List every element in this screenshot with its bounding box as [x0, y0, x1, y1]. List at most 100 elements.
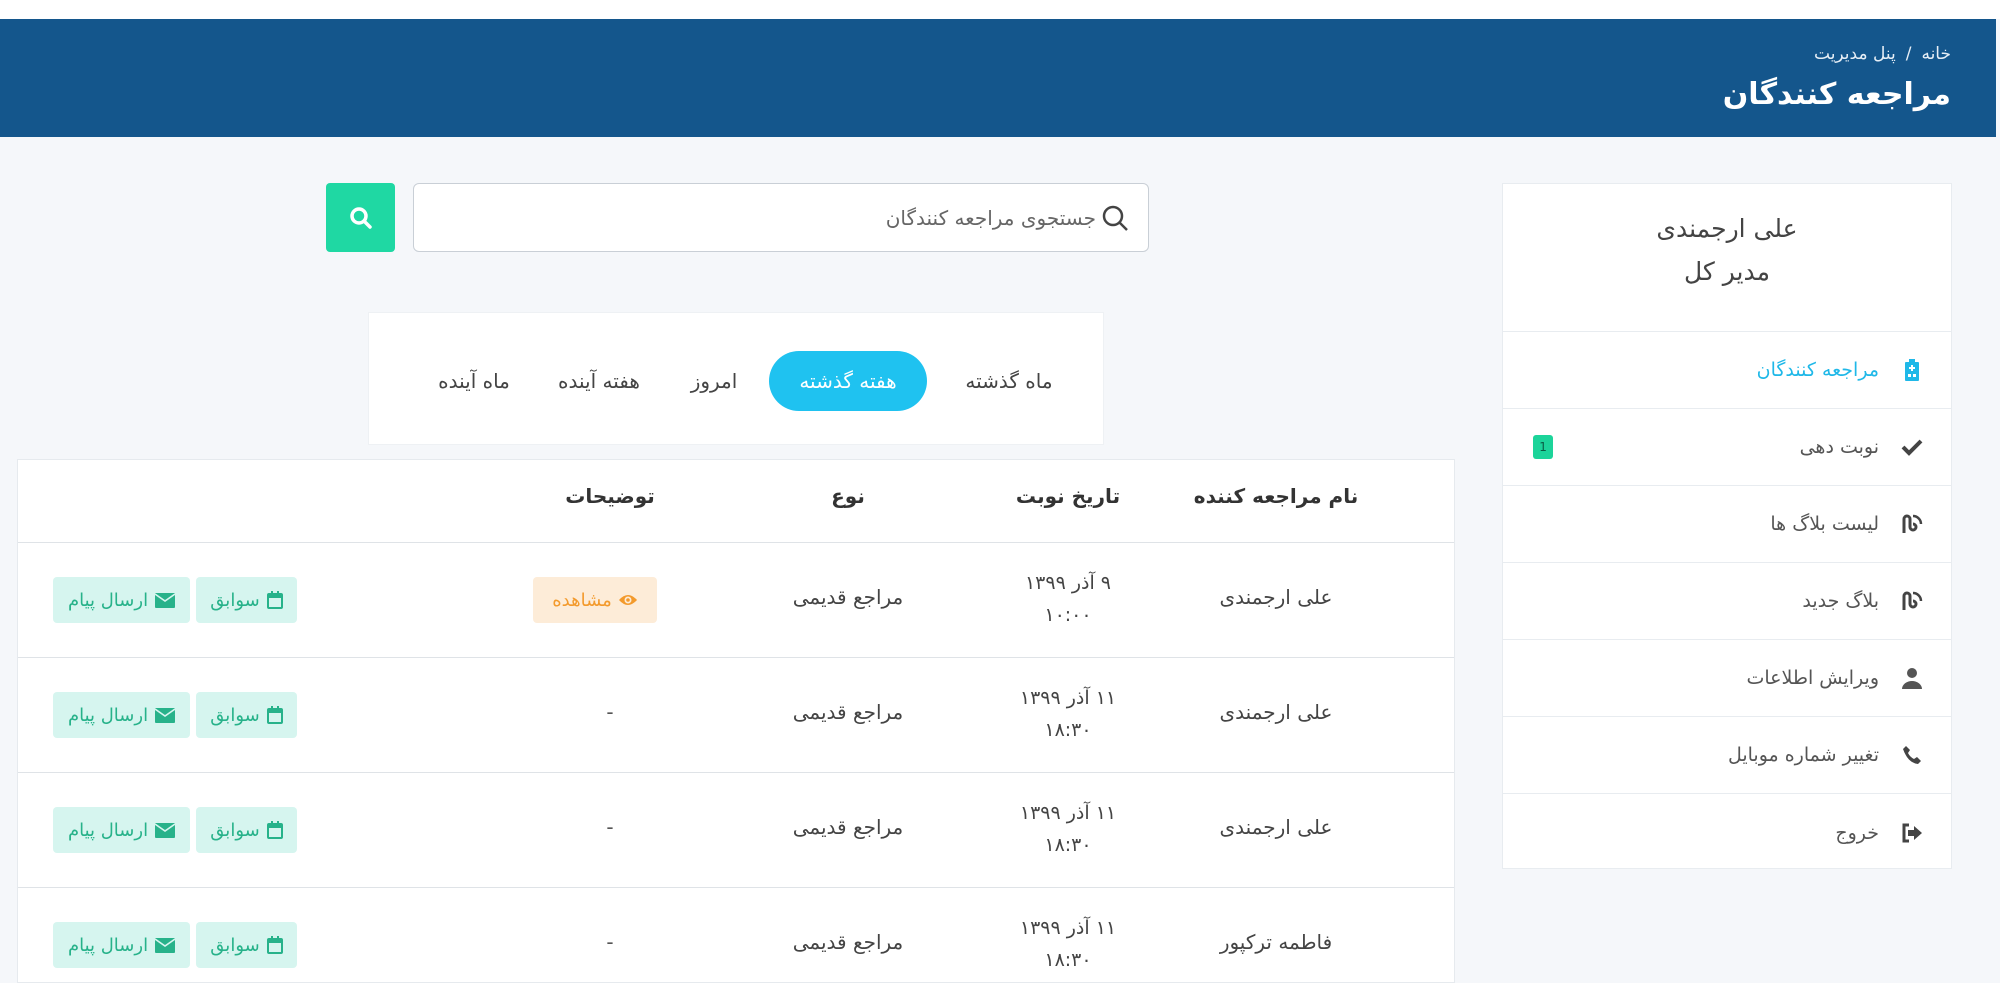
- profile-name: علی ارجمندی: [1656, 214, 1798, 243]
- send-message-label: ارسال پیام: [67, 934, 149, 956]
- visitor-description: -: [606, 700, 614, 724]
- sidebar-item-label: خروج: [1835, 821, 1879, 844]
- history-label: سوابق: [210, 934, 260, 956]
- envelope-icon: [155, 822, 176, 838]
- date-text: ۹ آذر ۱۳۹۹: [1024, 572, 1112, 594]
- sidebar-item-blog-list[interactable]: لیست بلاگ ها: [1503, 486, 1951, 563]
- sidebar-item-label: نوبت دهی: [1799, 436, 1879, 458]
- tab-last-week[interactable]: هفته گذشته: [769, 351, 927, 411]
- breadcrumb-separator: /: [1905, 44, 1912, 64]
- breadcrumb: خانه / پنل مدیریت: [1814, 44, 1951, 64]
- top-strip: [0, 0, 2000, 19]
- envelope-icon: [155, 592, 176, 608]
- search-input[interactable]: [496, 205, 1096, 230]
- page-header: خانه / پنل مدیریت مراجعه کنندگان: [0, 19, 1996, 137]
- hospital-icon: [1901, 359, 1923, 381]
- column-header-date: تاریخ نوبت: [1015, 484, 1121, 508]
- table-row: علی ارجمندی ۱۱ آذر ۱۳۹۹ ۱۸:۳۰ مراجع قدیم…: [18, 658, 1454, 773]
- date-text: ۱۱ آذر ۱۳۹۹: [1019, 917, 1117, 939]
- history-label: سوابق: [210, 589, 260, 611]
- appointment-date: ۱۱ آذر ۱۳۹۹ ۱۸:۳۰: [968, 682, 1168, 746]
- history-button[interactable]: سوابق: [196, 807, 297, 853]
- sidebar-item-new-blog[interactable]: بلاگ جدید: [1503, 563, 1951, 640]
- send-message-label: ارسال پیام: [67, 704, 149, 726]
- sidebar-item-edit-profile[interactable]: ویرایش اطلاعات: [1503, 640, 1951, 717]
- tab-last-month[interactable]: ماه گذشته: [939, 351, 1079, 411]
- history-label: سوابق: [210, 819, 260, 841]
- breadcrumb-home[interactable]: خانه: [1921, 44, 1951, 64]
- search-icon: [349, 206, 372, 229]
- visitor-type: مراجع قدیمی: [792, 585, 904, 609]
- page-title: مراجعه کنندگان: [1722, 77, 1951, 112]
- calendar-icon: [266, 706, 283, 724]
- send-message-button[interactable]: ارسال پیام: [53, 807, 190, 853]
- appointment-date: ۱۱ آذر ۱۳۹۹ ۱۸:۳۰: [968, 797, 1168, 861]
- tab-next-month[interactable]: ماه آینده: [419, 351, 529, 411]
- time-text: ۱۸:۳۰: [1044, 719, 1092, 741]
- time-text: ۱۸:۳۰: [1044, 834, 1092, 856]
- time-text: ۱۸:۳۰: [1044, 949, 1092, 971]
- sidebar-item-label: مراجعه کنندگان: [1756, 359, 1879, 381]
- appointment-date: ۱۱ آذر ۱۳۹۹ ۱۸:۳۰: [968, 912, 1168, 976]
- search-button[interactable]: [326, 183, 395, 252]
- search-box: [413, 183, 1149, 252]
- eye-icon: [618, 593, 638, 607]
- logout-icon: [1901, 822, 1923, 844]
- sidebar-item-label: ویرایش اطلاعات: [1746, 667, 1879, 689]
- send-message-label: ارسال پیام: [67, 589, 149, 611]
- column-header-description: توضیحات: [565, 484, 655, 508]
- sidebar-item-label: تغییر شماره موبایل: [1727, 744, 1879, 766]
- tab-today[interactable]: امروز: [669, 351, 759, 411]
- tab-next-week[interactable]: هفته آینده: [539, 351, 659, 411]
- breadcrumb-current: پنل مدیریت: [1814, 44, 1896, 64]
- sidebar-item-logout[interactable]: خروج: [1503, 794, 1951, 871]
- search-icon: [1102, 205, 1128, 231]
- sidebar-item-appointments[interactable]: نوبت دهی 1: [1503, 409, 1951, 486]
- send-message-button[interactable]: ارسال پیام: [53, 922, 190, 968]
- view-label: مشاهده: [552, 589, 612, 611]
- sidebar-item-label: لیست بلاگ ها: [1770, 513, 1879, 535]
- date-text: ۱۱ آذر ۱۳۹۹: [1019, 802, 1117, 824]
- send-message-button[interactable]: ارسال پیام: [53, 577, 190, 623]
- visitors-table: نام مراجعه کننده تاریخ نوبت نوع توضیحات …: [17, 459, 1455, 983]
- blog-icon: [1901, 513, 1923, 535]
- sidebar-item-label: بلاگ جدید: [1802, 590, 1879, 612]
- visitor-name: علی ارجمندی: [1219, 815, 1333, 839]
- phone-icon: [1901, 744, 1923, 766]
- table-row: علی ارجمندی ۹ آذر ۱۳۹۹ ۱۰:۰۰ مراجع قدیمی…: [18, 543, 1454, 658]
- sidebar-item-change-mobile[interactable]: تغییر شماره موبایل: [1503, 717, 1951, 794]
- appointment-date: ۹ آذر ۱۳۹۹ ۱۰:۰۰: [968, 567, 1168, 631]
- send-message-label: ارسال پیام: [67, 819, 149, 841]
- calendar-icon: [266, 936, 283, 954]
- history-button[interactable]: سوابق: [196, 577, 297, 623]
- date-text: ۱۱ آذر ۱۳۹۹: [1019, 687, 1117, 709]
- history-label: سوابق: [210, 704, 260, 726]
- send-message-button[interactable]: ارسال پیام: [53, 692, 190, 738]
- sidebar-item-visitors[interactable]: مراجعه کنندگان: [1503, 332, 1951, 409]
- profile-card: علی ارجمندی مدیر کل: [1503, 184, 1951, 332]
- table-row: فاطمه ترکپور ۱۱ آذر ۱۳۹۹ ۱۸:۳۰ مراجع قدی…: [18, 888, 1454, 983]
- profile-role: مدیر کل: [1683, 257, 1771, 286]
- count-badge: 1: [1533, 435, 1553, 459]
- envelope-icon: [155, 707, 176, 723]
- user-icon: [1901, 667, 1923, 689]
- date-filter-tabs: ماه گذشته هفته گذشته امروز هفته آینده ما…: [368, 312, 1104, 445]
- history-button[interactable]: سوابق: [196, 922, 297, 968]
- visitor-description: -: [606, 815, 614, 839]
- view-description-button[interactable]: مشاهده: [533, 577, 657, 623]
- visitor-name: علی ارجمندی: [1219, 585, 1333, 609]
- visitor-type: مراجع قدیمی: [792, 700, 904, 724]
- calendar-icon: [266, 821, 283, 839]
- history-button[interactable]: سوابق: [196, 692, 297, 738]
- calendar-icon: [266, 591, 283, 609]
- table-row: علی ارجمندی ۱۱ آذر ۱۳۹۹ ۱۸:۳۰ مراجع قدیم…: [18, 773, 1454, 888]
- visitor-description: -: [606, 930, 614, 954]
- check-icon: [1901, 436, 1923, 458]
- visitor-type: مراجع قدیمی: [792, 930, 904, 954]
- visitor-type: مراجع قدیمی: [792, 815, 904, 839]
- envelope-icon: [155, 937, 176, 953]
- blog-icon: [1901, 590, 1923, 612]
- column-header-type: نوع: [831, 484, 865, 508]
- visitor-name: فاطمه ترکپور: [1219, 930, 1333, 954]
- column-header-name: نام مراجعه کننده: [1193, 484, 1359, 508]
